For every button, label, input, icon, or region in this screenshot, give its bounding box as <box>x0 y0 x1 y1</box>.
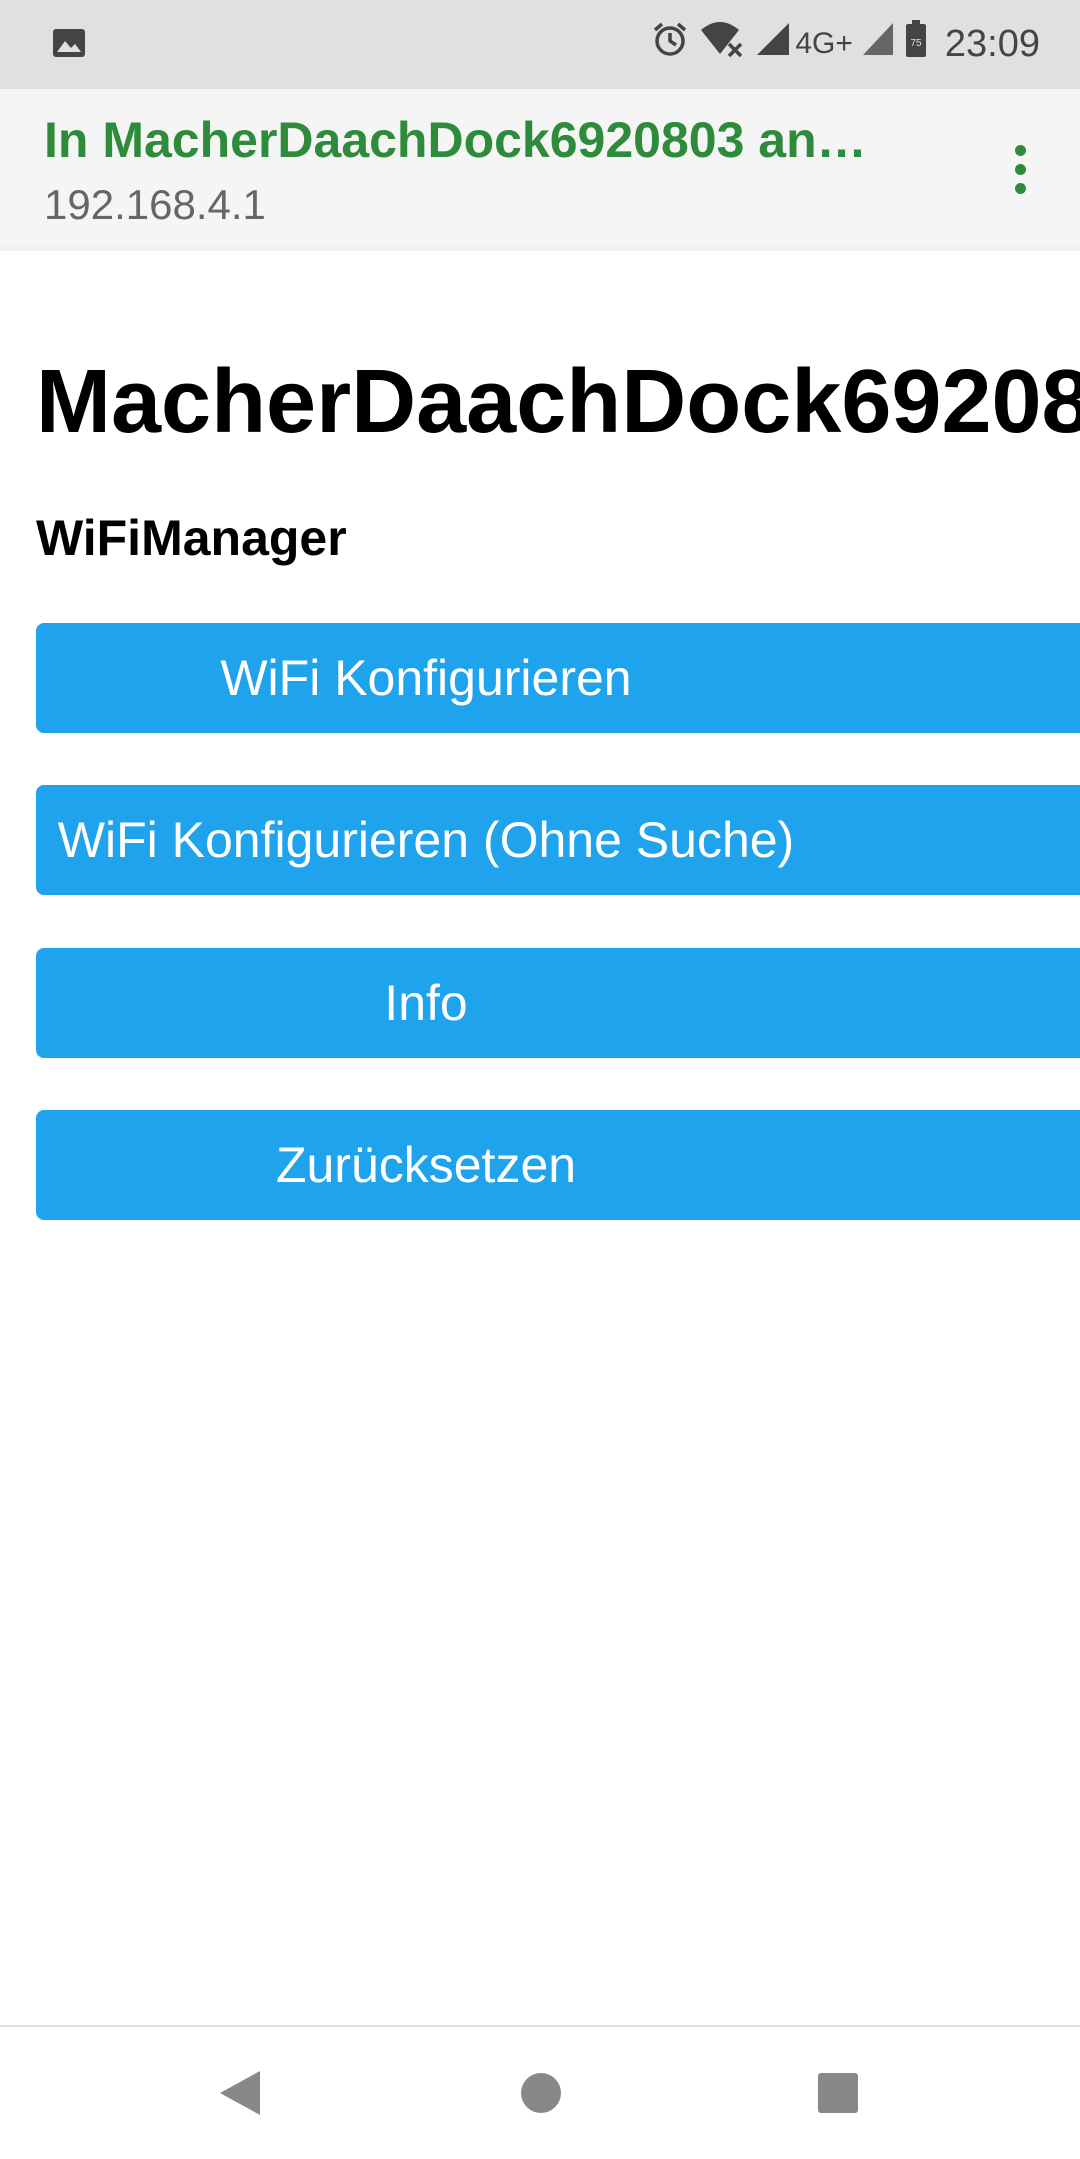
page-title-bar[interactable]: In MacherDaachDock6920803 an… <box>44 111 944 169</box>
page-heading: MacherDaachDock6920803 <box>36 352 1080 452</box>
overflow-menu-icon[interactable] <box>990 134 1050 204</box>
url-address[interactable]: 192.168.4.1 <box>44 181 266 229</box>
battery-icon: 75 <box>905 20 927 68</box>
reset-button[interactable]: Zurücksetzen <box>36 1110 1080 1220</box>
wifi-configure-no-scan-button[interactable]: WiFi Konfigurieren (Ohne Suche) <box>36 785 1080 895</box>
system-nav-bar <box>0 2025 1080 2159</box>
status-icons: 4G+ 75 23:09 <box>651 14 1040 74</box>
button-label: Info <box>384 975 468 1031</box>
recents-icon[interactable] <box>808 2063 868 2123</box>
page-content: MacherDaachDock6920803 WiFiManager WiFi … <box>0 251 1080 2021</box>
clock: 23:09 <box>944 22 1040 65</box>
button-label: WiFi Konfigurieren <box>220 650 632 706</box>
network-type: 4G+ <box>795 27 853 60</box>
wifi-configure-button[interactable]: WiFi Konfigurieren <box>36 623 1080 733</box>
browser-toolbar[interactable]: In MacherDaachDock6920803 an… 192.168.4.… <box>0 89 1080 251</box>
signal-icon <box>755 21 791 67</box>
wifi-x-icon <box>699 20 745 68</box>
status-bar: 4G+ 75 23:09 <box>0 0 1080 89</box>
alarm-icon <box>651 20 689 68</box>
image-icon <box>52 28 86 63</box>
button-label: WiFi Konfigurieren (Ohne Suche) <box>57 812 795 868</box>
battery-level: 75 <box>910 38 922 49</box>
button-label: Zurücksetzen <box>275 1137 577 1193</box>
back-icon[interactable] <box>210 2063 270 2123</box>
page-subheading: WiFiManager <box>36 510 347 566</box>
signal-icon-2 <box>861 21 895 67</box>
info-button[interactable]: Info <box>36 948 1080 1058</box>
home-icon[interactable] <box>511 2063 571 2123</box>
